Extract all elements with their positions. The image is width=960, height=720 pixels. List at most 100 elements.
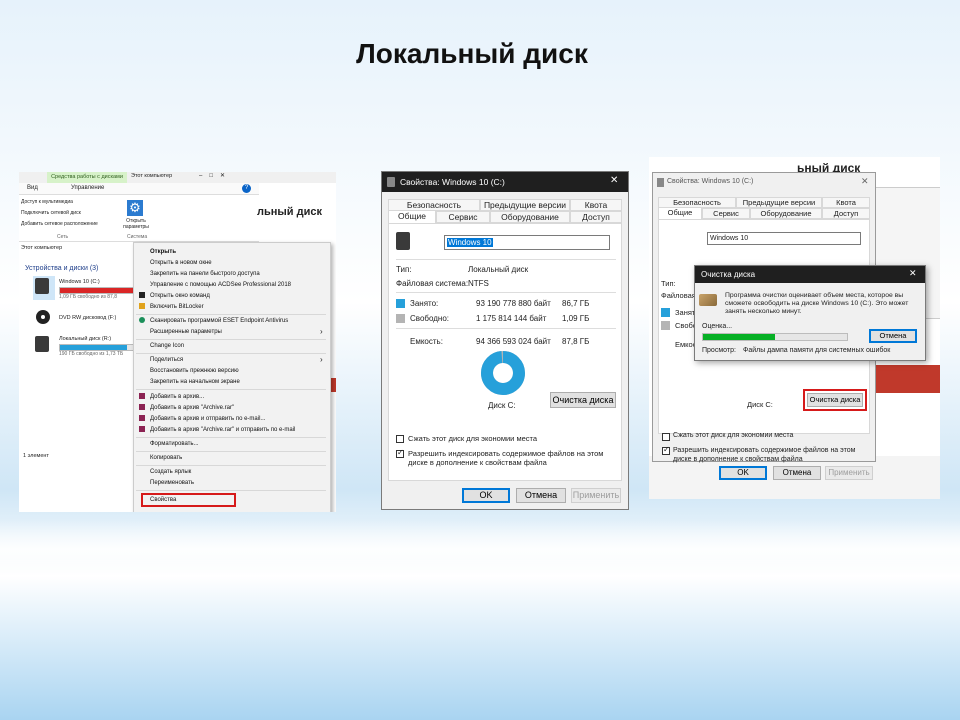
compress-checkbox[interactable] [662,433,670,441]
ribbon-mapdrive[interactable]: Подключить сетевой диск [21,210,81,216]
ok-button[interactable]: OK [462,488,510,503]
menu-item-archive-email[interactable]: Добавить в архив и отправить по e-mail..… [150,416,265,422]
menu-item-archive-rar[interactable]: Добавить в архив "Archive.rar" [150,405,234,411]
menu-item-change-icon[interactable]: Change Icon [150,343,184,349]
dvd-icon [36,310,50,324]
eset-icon [139,317,145,323]
properties-title: Свойства: Windows 10 (C:) [400,177,505,187]
tab-sharing[interactable]: Доступ [822,208,870,219]
tab-view[interactable]: Вид [27,185,38,191]
rar-icon [139,404,145,410]
menu-item-eset[interactable]: Сканировать программой ESET Endpoint Ant… [150,318,288,324]
fs-value: NTFS [468,279,489,288]
explorer-screenshot: Средства работы с дисками Этот компьютер… [19,172,336,512]
menu-item-acdsee[interactable]: Управление с помощью ACDSee Professional… [150,282,291,288]
cancel-button[interactable]: Отмена [516,488,566,503]
ribbon-context-tab: Средства работы с дисками [47,172,127,183]
menu-item-advanced[interactable]: Расширенные параметры [150,329,222,335]
menu-item-cmd[interactable]: Открыть окно команд [150,293,210,299]
menu-item-archive-rar-email[interactable]: Добавить в архив "Archive.rar" и отправи… [150,427,295,433]
cleanup-cancel-button[interactable]: Отмена [869,329,917,343]
bg-title-text: льный диск [257,206,322,218]
tab-hardware[interactable]: Оборудование [750,208,822,219]
close-icon[interactable]: ✕ [610,175,618,186]
free-swatch [396,314,405,323]
cancel-button[interactable]: Отмена [773,466,821,480]
tab-previous-versions[interactable]: Предыдущие версии [480,199,570,211]
menu-item-pin-quick[interactable]: Закрепить на панели быстрого доступа [150,271,260,277]
menu-item-open[interactable]: Открыть [150,249,176,255]
drive-c-name[interactable]: Windows 10 (C:) [59,279,100,285]
free-swatch [661,321,670,330]
index-label: Разрешить индексировать содержимое файло… [673,447,856,463]
settings-gear-icon[interactable]: ⚙ [127,200,143,216]
window-controls[interactable]: –□✕ [199,172,232,179]
tab-service[interactable]: Сервис [436,211,490,223]
menu-item-format[interactable]: Форматировать... [150,441,199,447]
cleanup-title: Очистка диска [701,270,756,279]
menu-item-restore[interactable]: Восстановить прежнюю версию [150,368,239,374]
index-checkbox[interactable] [396,448,404,458]
type-label: Тип: [661,279,676,288]
menu-item-pin-start[interactable]: Закрепить на начальном экране [150,379,240,385]
highlight-properties [141,493,236,507]
tab-previous-versions[interactable]: Предыдущие версии [736,197,822,208]
compress-checkbox[interactable] [396,435,404,443]
free-gb: 1,09 ГБ [562,314,590,323]
used-swatch [661,308,670,317]
used-label: Занято: [410,299,439,308]
menu-item-copy[interactable]: Копировать [150,455,182,461]
tab-hardware[interactable]: Оборудование [490,211,570,223]
apply-button[interactable]: Применить [825,466,873,480]
hdd-icon [35,278,49,294]
cleanup-progress-bar [702,333,848,341]
tab-manage[interactable]: Управление [71,185,104,191]
tab-quota[interactable]: Квота [822,197,870,208]
menu-item-rename[interactable]: Переименовать [150,480,194,486]
menu-item-archive[interactable]: Добавить в архив... [150,394,204,400]
cleanup-screenshot: ьный диск Свойства: Windows 10 (C:) ✕ Бе… [649,157,940,499]
compress-label: Сжать этот диск для экономии места [673,432,794,439]
ok-button[interactable]: OK [719,466,767,480]
ribbon-addnet[interactable]: Добавить сетевое расположение [21,221,98,227]
disk-label: Диск C: [747,400,773,409]
help-icon[interactable]: ? [242,184,251,193]
volume-name-input[interactable]: Windows 10 [707,232,861,245]
ribbon-media[interactable]: Доступ к мультимедиа [21,199,73,205]
free-label: Свободно: [410,314,449,323]
tab-general[interactable]: Общие [388,210,436,224]
apply-button[interactable]: Применить [571,488,621,503]
close-icon[interactable]: ✕ [909,268,917,279]
drive-r-name[interactable]: Локальный диск (R:) [59,336,111,342]
disk-cleanup-button[interactable]: Очистка диска [550,392,616,408]
tab-service[interactable]: Сервис [702,208,750,219]
close-icon[interactable]: ✕ [861,176,869,187]
volume-name-input[interactable]: Windows 10 [444,235,610,250]
drive-icon [657,178,664,187]
settings-label[interactable]: Открыть параметры [119,218,153,230]
drive-c-free: 1,09 ГБ свободно из 87,8 [59,294,117,300]
highlight-cleanup-button [803,389,867,411]
drive-icon [387,177,395,187]
capacity-label: Емкость: [410,337,443,346]
compress-label: Сжать этот диск для экономии места [408,434,538,443]
menu-item-shortcut[interactable]: Создать ярлык [150,469,191,475]
menu-item-open-new[interactable]: Открыть в новом окне [150,260,212,266]
index-checkbox[interactable] [662,445,670,455]
menu-item-share[interactable]: Поделиться [150,357,183,363]
volume-name-value: Windows 10 [447,238,493,247]
address-bar[interactable]: Этот компьютер [21,245,131,254]
chevron-right-icon: › [320,355,323,364]
rar-icon [139,393,145,399]
drive-r-usage-bar [59,344,136,351]
group-system: Система [127,234,148,240]
properties-title: Свойства: Windows 10 (C:) [667,178,754,185]
cleanup-dialog: Очистка диска ✕ Программа очистки оценив… [694,265,926,361]
menu-item-bitlocker[interactable]: Включить BitLocker [150,304,204,310]
donut-used-ring [481,351,525,395]
tab-quota[interactable]: Квота [570,199,622,211]
drive-dvd-name[interactable]: DVD RW дисковод (F:) [59,315,116,321]
chevron-right-icon: › [320,327,323,336]
tab-sharing[interactable]: Доступ [570,211,622,223]
view-label: Просмотр: [702,347,736,354]
